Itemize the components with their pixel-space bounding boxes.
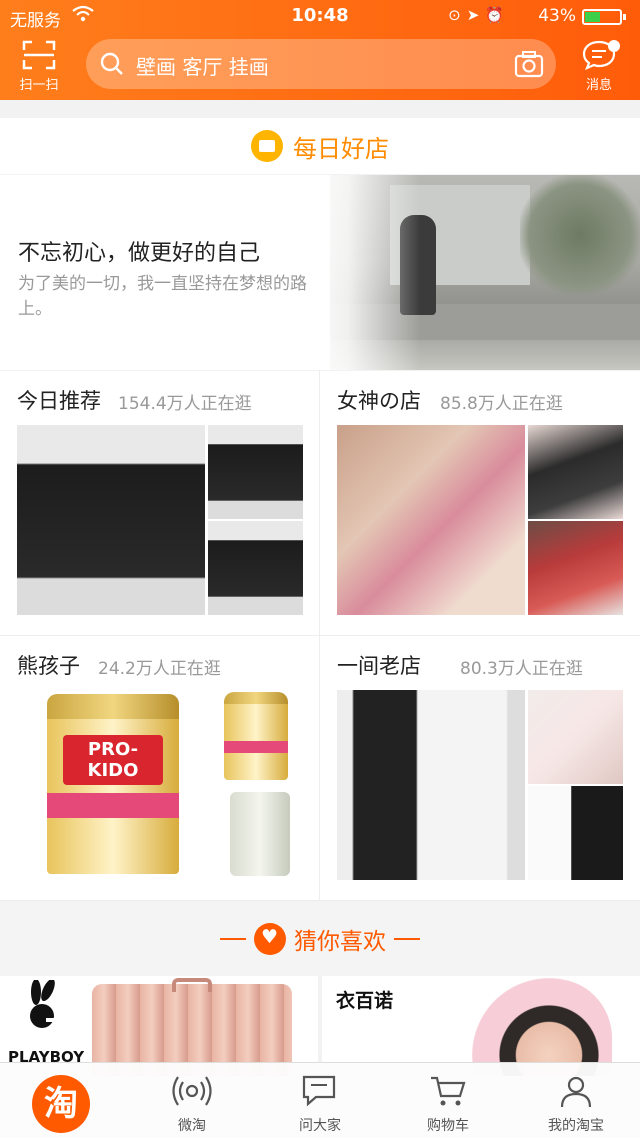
product-image xyxy=(208,521,303,615)
orientation-lock-icon: ⊙ xyxy=(448,6,467,24)
recommend-card[interactable]: 衣百诺 xyxy=(322,976,640,1076)
tab-label: 问大家 xyxy=(299,1118,341,1134)
tab-weitao[interactable]: 微淘 xyxy=(128,1063,256,1138)
message-button[interactable]: 消息 xyxy=(570,38,628,96)
taobao-logo: 淘 xyxy=(32,1075,90,1133)
battery-percent: 43% xyxy=(538,6,576,26)
product-image xyxy=(208,690,303,784)
tab-bar: 淘 微淘 问大家 购物车 我的淘宝 xyxy=(0,1062,640,1138)
product-image xyxy=(528,425,623,519)
product-image xyxy=(208,425,303,519)
scan-button[interactable]: 扫一扫 xyxy=(10,38,68,96)
tab-label: 购物车 xyxy=(427,1118,469,1134)
product-image xyxy=(528,690,623,784)
shop-name: 一间老店 xyxy=(337,654,421,678)
shop-visitors: 154.4万人正在逛 xyxy=(118,394,252,414)
search-icon xyxy=(100,52,123,75)
product-image: PRO-KIDO xyxy=(17,690,205,880)
guess-you-like-header: 猜你喜欢 xyxy=(0,902,640,976)
product-image xyxy=(528,786,623,880)
brand-label: 衣百诺 xyxy=(336,990,394,1012)
banner-subtitle: 为了美的一切，我一直坚持在梦想的路上。 xyxy=(18,274,307,319)
shop-name: 今日推荐 xyxy=(17,389,101,413)
heart-icon xyxy=(254,923,286,955)
broadcast-icon xyxy=(172,1076,212,1106)
status-icons: ⊙➤⏰ xyxy=(448,6,510,24)
divider xyxy=(220,938,246,940)
search-placeholder: 壁画 客厅 挂画 xyxy=(136,55,269,79)
banner-headline: 不忘初心，做更好的自己 xyxy=(18,241,261,266)
product-image xyxy=(337,690,525,880)
shop-name: 女神の店 xyxy=(337,389,421,413)
message-label: 消息 xyxy=(585,78,612,93)
tab-label: 我的淘宝 xyxy=(548,1118,604,1134)
recommend-card[interactable]: PLAYBOY xyxy=(0,976,318,1076)
message-unread-dot xyxy=(608,40,620,52)
alarm-icon: ⏰ xyxy=(485,6,510,24)
shop-icon xyxy=(251,130,283,162)
shop-card-goddess[interactable]: 女神の店 85.8万人正在逛 xyxy=(320,371,640,636)
search-input[interactable]: 壁画 客厅 挂画 xyxy=(86,39,556,89)
battery-icon xyxy=(582,9,626,25)
product-image xyxy=(17,425,205,615)
shop-visitors: 85.8万人正在逛 xyxy=(440,394,563,414)
product-image xyxy=(337,425,525,615)
scan-icon xyxy=(22,40,56,70)
tab-ask[interactable]: 问大家 xyxy=(256,1063,384,1138)
scan-label: 扫一扫 xyxy=(19,78,59,93)
guess-title: 猜你喜欢 xyxy=(294,929,386,955)
shop-grid: 今日推荐 154.4万人正在逛 女神の店 85.8万人正在逛 熊孩子 24.2万… xyxy=(0,371,640,901)
shop-card-today[interactable]: 今日推荐 154.4万人正在逛 xyxy=(0,371,320,636)
daily-shop-banner[interactable]: 不忘初心，做更好的自己 为了美的一切，我一直坚持在梦想的路上。 xyxy=(0,175,640,370)
tab-cart[interactable]: 购物车 xyxy=(384,1063,512,1138)
user-icon xyxy=(560,1076,592,1108)
product-image xyxy=(528,521,623,615)
product-image xyxy=(208,786,303,880)
cart-icon xyxy=(431,1076,466,1106)
tab-home[interactable]: 淘 xyxy=(0,1063,128,1138)
shop-visitors: 24.2万人正在逛 xyxy=(98,659,221,679)
top-header: 无服务 10:48 ⊙➤⏰ 43% 扫一扫 壁画 客厅 挂画 消息 xyxy=(0,0,640,100)
camera-icon[interactable] xyxy=(514,50,544,78)
location-icon: ➤ xyxy=(466,6,486,24)
divider xyxy=(394,938,420,940)
daily-shop-header[interactable]: 每日好店 xyxy=(0,118,640,174)
playboy-logo xyxy=(30,980,56,1028)
tab-label: 微淘 xyxy=(178,1118,206,1134)
tab-my-taobao[interactable]: 我的淘宝 xyxy=(512,1063,640,1138)
shop-name: 熊孩子 xyxy=(17,654,80,678)
shop-visitors: 80.3万人正在逛 xyxy=(460,659,583,679)
shop-card-old[interactable]: 一间老店 80.3万人正在逛 xyxy=(320,636,640,901)
status-bar: 无服务 10:48 ⊙➤⏰ 43% xyxy=(0,0,640,32)
daily-shop-title: 每日好店 xyxy=(293,134,389,163)
chat-bubble-icon xyxy=(302,1075,336,1107)
shop-card-kids[interactable]: 熊孩子 24.2万人正在逛 PRO-KIDO xyxy=(0,636,320,901)
